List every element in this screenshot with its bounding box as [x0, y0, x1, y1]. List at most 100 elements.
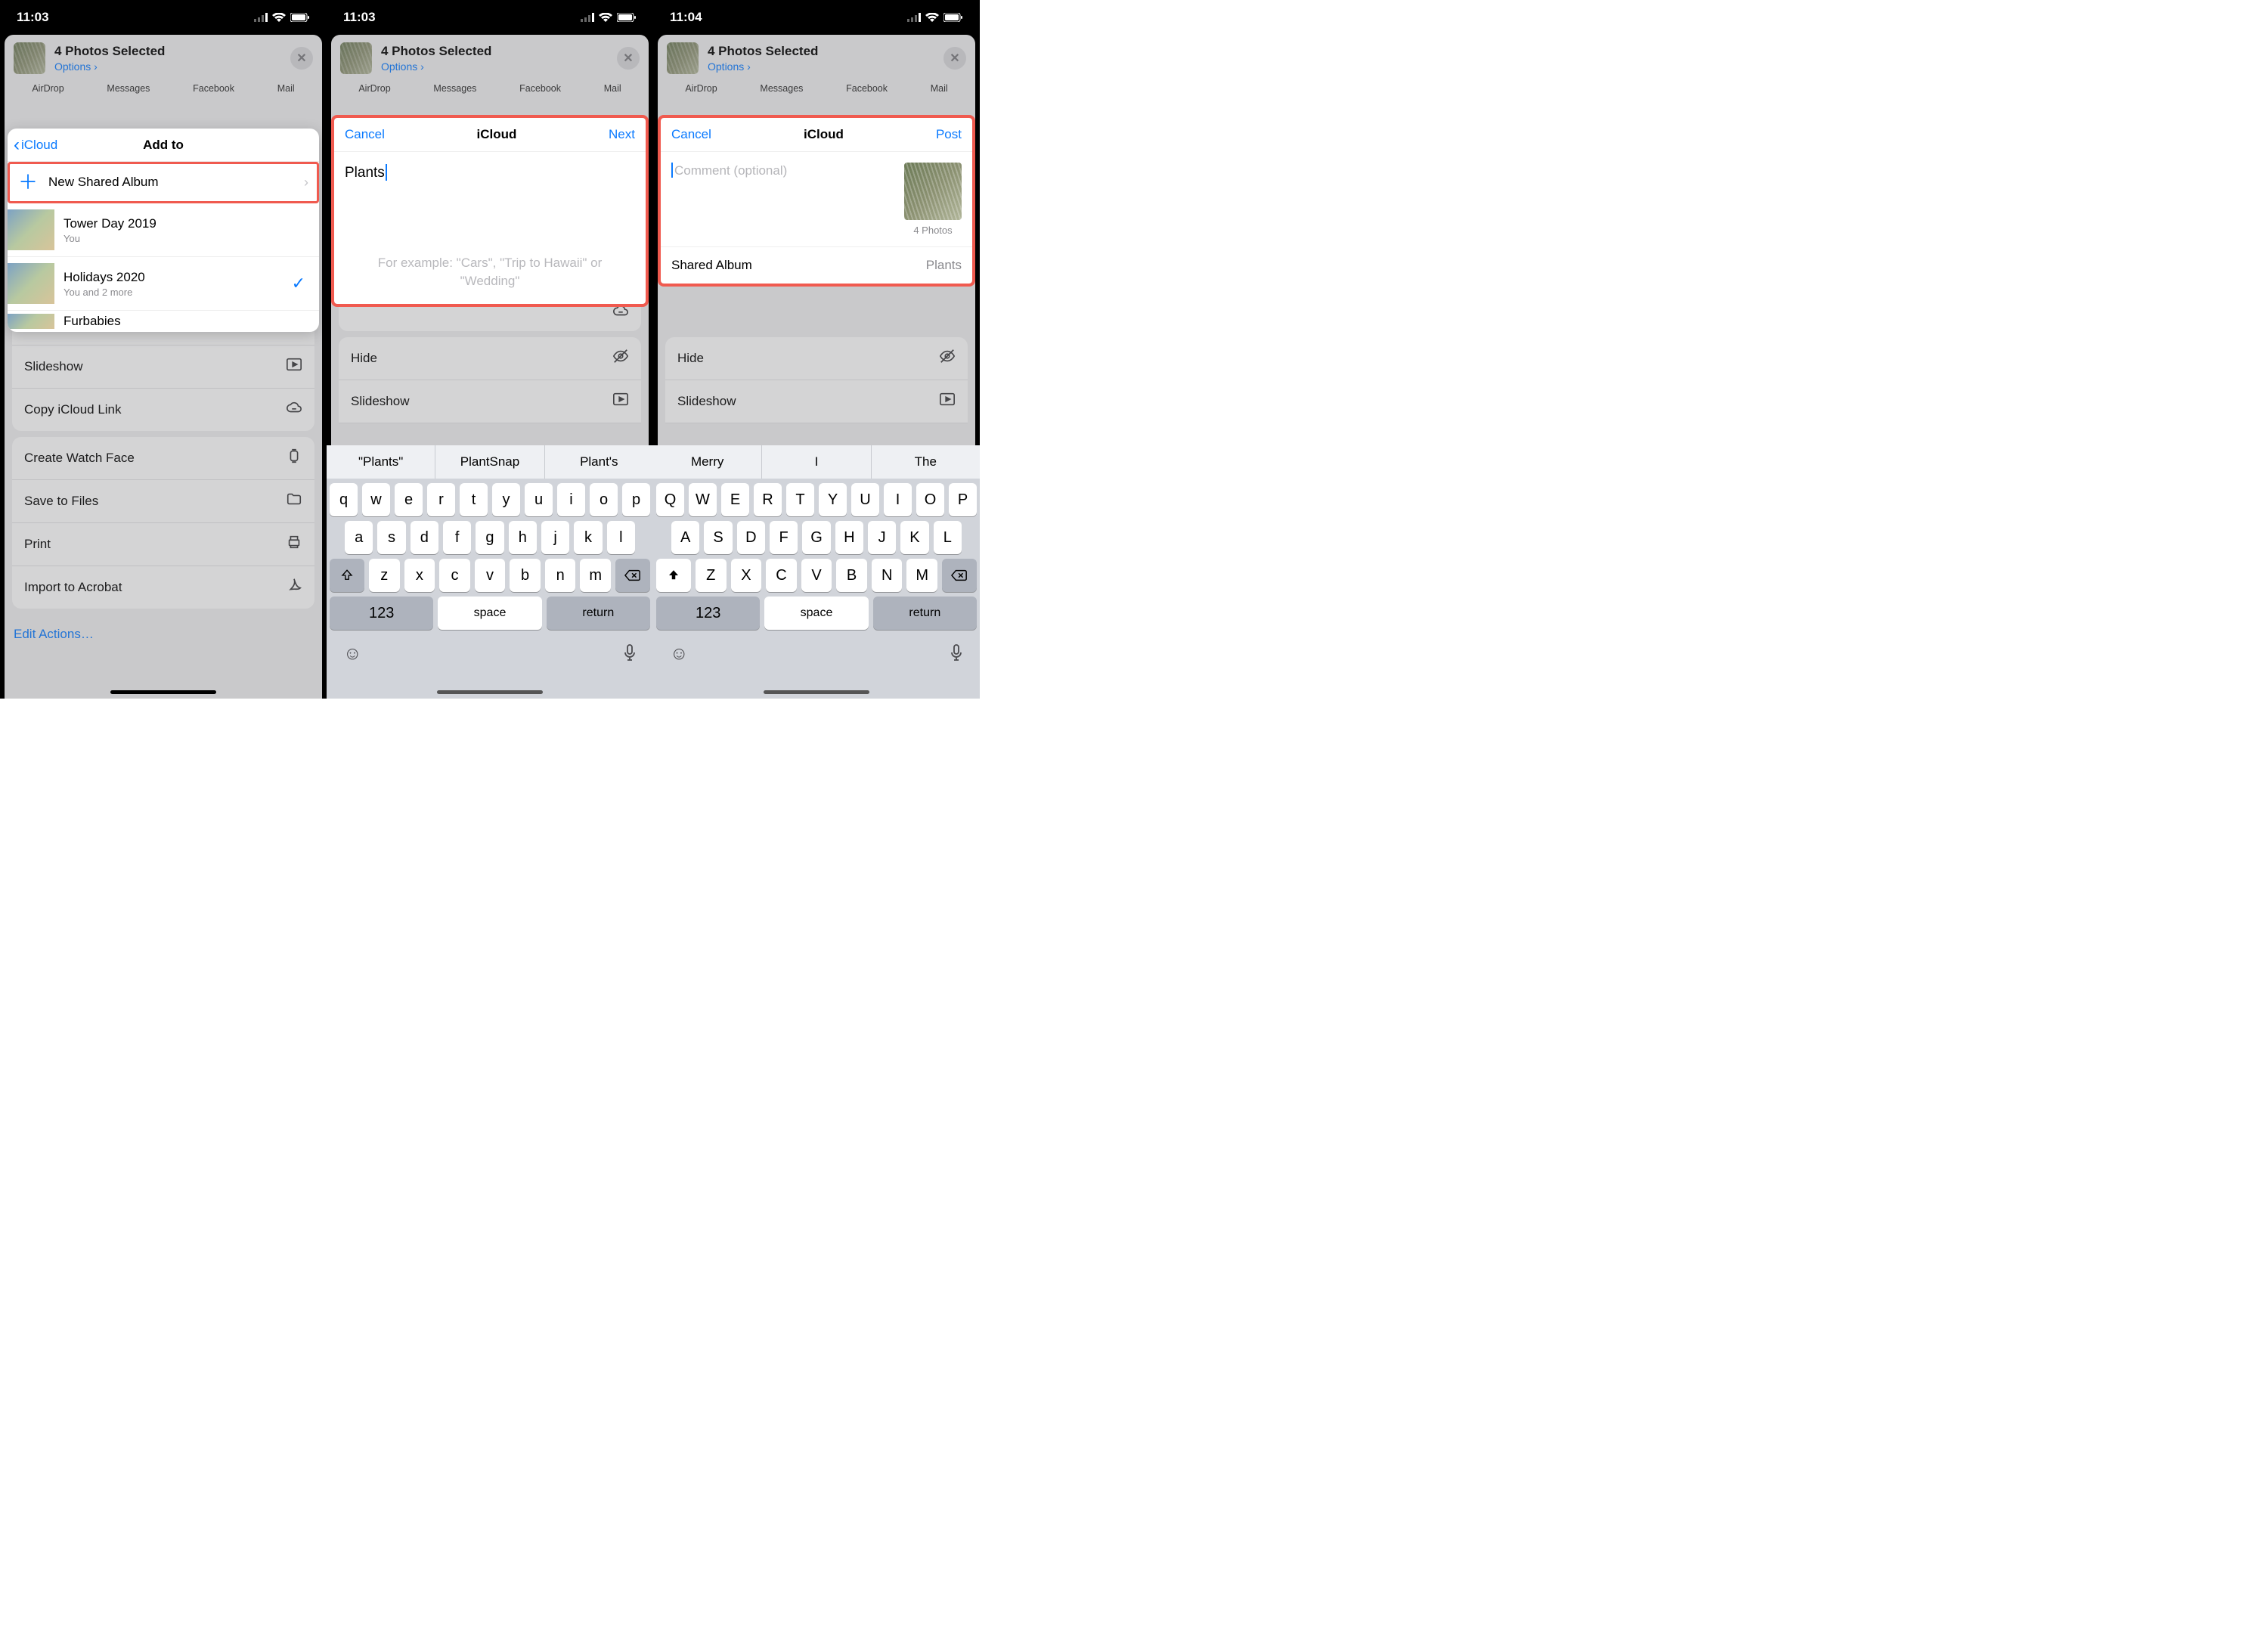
- numbers-key[interactable]: 123: [656, 597, 760, 630]
- key[interactable]: i: [557, 483, 585, 516]
- key[interactable]: H: [835, 521, 863, 554]
- key[interactable]: g: [476, 521, 503, 554]
- action-hide[interactable]: Hide: [665, 337, 968, 380]
- target-mail[interactable]: Mail: [604, 83, 621, 94]
- keyboard[interactable]: Merry I The QWERTYUIOP ASDFGHJKL ZXCVBNM…: [653, 445, 980, 699]
- target-facebook[interactable]: Facebook: [193, 83, 234, 94]
- key[interactable]: o: [590, 483, 618, 516]
- target-airdrop[interactable]: AirDrop: [685, 83, 717, 94]
- target-mail[interactable]: Mail: [277, 83, 295, 94]
- action-hide[interactable]: Hide: [339, 337, 641, 380]
- key[interactable]: n: [545, 559, 576, 592]
- suggestion[interactable]: The: [872, 445, 980, 479]
- key[interactable]: N: [872, 559, 903, 592]
- backspace-key[interactable]: [615, 559, 650, 592]
- post-button[interactable]: Post: [936, 127, 962, 142]
- action-import-acrobat[interactable]: Import to Acrobat: [12, 566, 314, 609]
- action-copy-icloud-link[interactable]: Copy iCloud Link: [12, 389, 314, 431]
- key[interactable]: u: [525, 483, 553, 516]
- target-airdrop[interactable]: AirDrop: [358, 83, 390, 94]
- key[interactable]: S: [704, 521, 732, 554]
- target-messages[interactable]: Messages: [107, 83, 150, 94]
- key[interactable]: R: [754, 483, 782, 516]
- key[interactable]: J: [868, 521, 896, 554]
- key[interactable]: Q: [656, 483, 684, 516]
- key[interactable]: B: [836, 559, 867, 592]
- close-button[interactable]: ✕: [943, 47, 966, 70]
- target-facebook[interactable]: Facebook: [519, 83, 561, 94]
- key[interactable]: y: [492, 483, 520, 516]
- emoji-key[interactable]: ☺: [670, 643, 689, 667]
- key[interactable]: T: [786, 483, 814, 516]
- suggestion[interactable]: Plant's: [545, 445, 653, 479]
- shift-key-active[interactable]: [656, 559, 691, 592]
- close-button[interactable]: ✕: [290, 47, 313, 70]
- suggestion[interactable]: Merry: [653, 445, 762, 479]
- key[interactable]: E: [721, 483, 749, 516]
- key[interactable]: k: [574, 521, 602, 554]
- suggestion[interactable]: PlantSnap: [435, 445, 544, 479]
- key[interactable]: F: [770, 521, 798, 554]
- key[interactable]: Y: [819, 483, 847, 516]
- key[interactable]: e: [395, 483, 423, 516]
- key[interactable]: d: [411, 521, 438, 554]
- key[interactable]: A: [671, 521, 699, 554]
- album-row[interactable]: Furbabies: [8, 311, 319, 332]
- key[interactable]: I: [884, 483, 912, 516]
- target-airdrop[interactable]: AirDrop: [32, 83, 64, 94]
- numbers-key[interactable]: 123: [330, 597, 433, 630]
- close-button[interactable]: ✕: [617, 47, 640, 70]
- key[interactable]: q: [330, 483, 358, 516]
- key[interactable]: P: [949, 483, 977, 516]
- key[interactable]: X: [731, 559, 762, 592]
- key[interactable]: V: [801, 559, 832, 592]
- key[interactable]: s: [377, 521, 405, 554]
- album-name-input[interactable]: Plants: [334, 152, 646, 189]
- return-key[interactable]: return: [547, 597, 650, 630]
- return-key[interactable]: return: [873, 597, 977, 630]
- cancel-button[interactable]: Cancel: [671, 127, 711, 142]
- key[interactable]: b: [510, 559, 541, 592]
- key[interactable]: G: [802, 521, 830, 554]
- key[interactable]: M: [906, 559, 937, 592]
- key[interactable]: L: [934, 521, 962, 554]
- key[interactable]: h: [509, 521, 537, 554]
- target-mail[interactable]: Mail: [931, 83, 948, 94]
- emoji-key[interactable]: ☺: [343, 643, 362, 667]
- key[interactable]: Z: [696, 559, 727, 592]
- key[interactable]: m: [580, 559, 611, 592]
- dictation-key[interactable]: [623, 643, 637, 667]
- shift-key[interactable]: [330, 559, 364, 592]
- key[interactable]: l: [607, 521, 635, 554]
- key[interactable]: z: [369, 559, 400, 592]
- album-row[interactable]: Tower Day 2019 You: [8, 203, 319, 257]
- key[interactable]: v: [475, 559, 506, 592]
- target-messages[interactable]: Messages: [433, 83, 476, 94]
- action-watch-face[interactable]: Create Watch Face: [12, 437, 314, 480]
- home-indicator[interactable]: [764, 690, 869, 694]
- key[interactable]: r: [427, 483, 455, 516]
- suggestion[interactable]: "Plants": [327, 445, 435, 479]
- key[interactable]: f: [443, 521, 471, 554]
- home-indicator[interactable]: [437, 690, 543, 694]
- action-slideshow[interactable]: Slideshow: [12, 346, 314, 389]
- target-messages[interactable]: Messages: [760, 83, 803, 94]
- key[interactable]: t: [460, 483, 488, 516]
- key[interactable]: p: [622, 483, 650, 516]
- action-slideshow[interactable]: Slideshow: [339, 380, 641, 423]
- new-shared-album-button[interactable]: ＋ New Shared Album ›: [8, 162, 319, 203]
- action-save-to-files[interactable]: Save to Files: [12, 480, 314, 523]
- key[interactable]: c: [439, 559, 470, 592]
- key[interactable]: x: [404, 559, 435, 592]
- key[interactable]: D: [737, 521, 765, 554]
- action-slideshow[interactable]: Slideshow: [665, 380, 968, 423]
- back-button[interactable]: ‹ iCloud: [14, 135, 57, 156]
- shared-album-row[interactable]: Shared Album Plants: [661, 247, 972, 284]
- space-key[interactable]: space: [438, 597, 541, 630]
- comment-input[interactable]: Comment (optional): [671, 163, 897, 236]
- album-row[interactable]: Holidays 2020 You and 2 more ✓: [8, 257, 319, 311]
- dictation-key[interactable]: [950, 643, 963, 667]
- key[interactable]: W: [689, 483, 717, 516]
- backspace-key[interactable]: [942, 559, 977, 592]
- key[interactable]: w: [362, 483, 390, 516]
